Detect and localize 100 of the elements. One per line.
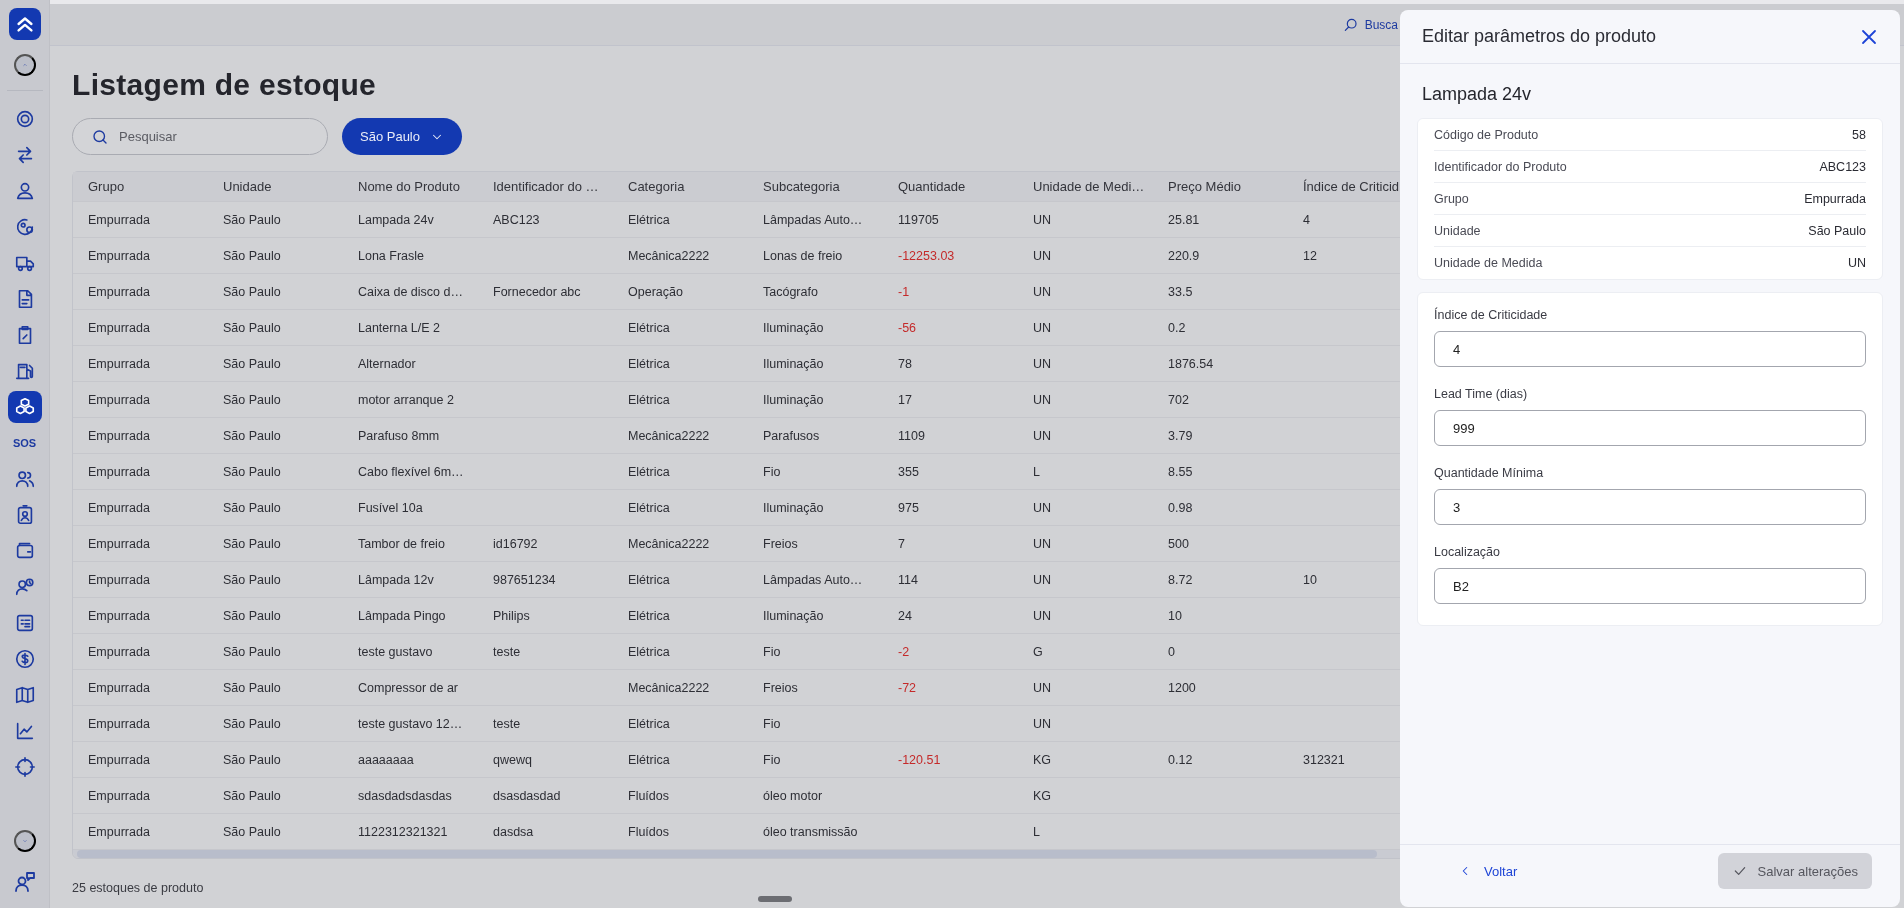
input-field[interactable]: 999 xyxy=(1434,410,1866,446)
table-cell-text: 17 xyxy=(897,392,913,407)
table-cell-text: 119705 xyxy=(897,212,940,227)
unit-filter-dropdown[interactable]: São Paulo xyxy=(342,118,462,155)
table-cell-text: Fio xyxy=(762,464,782,479)
table-cell-text: Elétrica xyxy=(627,752,671,767)
table-cell-text: 312321 xyxy=(1302,752,1346,767)
table-cell-text: Freios xyxy=(762,680,799,695)
table-cell-text: 78 xyxy=(897,356,913,371)
table-cell-text: Iluminação xyxy=(762,500,825,515)
table-cell-text: São Paulo xyxy=(222,716,282,731)
table-cell-text: 7 xyxy=(897,536,906,551)
table-cell-text: Empurrada xyxy=(87,644,151,659)
scroll-up-button[interactable] xyxy=(13,54,36,76)
table-cell-text: Mecânica2222 xyxy=(627,680,711,695)
table-cell-text: São Paulo xyxy=(222,752,282,767)
table-cell-text: UN xyxy=(1032,716,1053,731)
record-count: 25 estoques de produto xyxy=(72,881,205,895)
table-cell-text: Elétrica xyxy=(627,608,671,623)
table-cell-text: UN xyxy=(1032,608,1053,623)
search-field[interactable]: Pesquisar xyxy=(72,118,328,155)
detail-value: São Paulo xyxy=(1808,223,1866,238)
column-header[interactable]: Unidade de Medi… xyxy=(1018,179,1153,194)
table-cell-text: Fio xyxy=(762,716,782,731)
table-cell-text: Empurrada xyxy=(87,248,151,263)
search-link[interactable]: Busca xyxy=(1342,16,1398,33)
table-cell-text: Empurrada xyxy=(87,500,151,515)
table-cell-text: Philips xyxy=(492,608,531,623)
table-cell-text: Empurrada xyxy=(87,392,151,407)
table-cell-text: Lâmpadas Auto… xyxy=(762,572,864,587)
table-cell-text: Tacógrafo xyxy=(762,284,819,299)
table-cell-text: -56 xyxy=(897,320,918,335)
table-cell-text: sdasdadsdasdas xyxy=(357,788,453,803)
table-cell-text: 975 xyxy=(897,500,920,515)
search-icon xyxy=(1342,16,1359,33)
table-cell-text: 0 xyxy=(1167,644,1176,659)
table-cell-text: Elétrica xyxy=(627,212,671,227)
table-cell-text: São Paulo xyxy=(222,464,282,479)
column-header[interactable]: Quantidade xyxy=(883,179,1018,194)
column-header[interactable]: Categoria xyxy=(613,179,748,194)
table-cell-text: Empurrada xyxy=(87,572,151,587)
column-header[interactable]: Identificador do … xyxy=(478,179,613,194)
table-cell-text: Iluminação xyxy=(762,320,825,335)
table-cell-text: UN xyxy=(1032,212,1053,227)
table-cell-text: 500 xyxy=(1167,536,1190,551)
table-cell-text: Fluídos xyxy=(627,788,670,803)
table-cell-text: São Paulo xyxy=(222,572,282,587)
input-field[interactable]: B2 xyxy=(1434,568,1866,604)
column-header[interactable]: Grupo xyxy=(73,179,208,194)
input-field[interactable]: 4 xyxy=(1434,331,1866,367)
table-cell-text: Empurrada xyxy=(87,752,151,767)
drawer-title: Editar parâmetros do produto xyxy=(1422,26,1657,47)
page-title: Listagem de estoque xyxy=(72,68,377,102)
table-cell-text: Elétrica xyxy=(627,356,671,371)
close-button[interactable] xyxy=(1860,27,1878,46)
table-cell-text: 987651234 xyxy=(492,572,557,587)
cubes-nav-button[interactable] xyxy=(7,391,42,423)
table-cell-text: Elétrica xyxy=(627,464,671,479)
field-label: Localização xyxy=(1434,545,1500,559)
table-cell-text: Lâmpada 12v xyxy=(357,572,435,587)
table-cell-text: 220.9 xyxy=(1167,248,1201,263)
table-cell-text: 10 xyxy=(1302,572,1318,587)
search-input[interactable]: Pesquisar xyxy=(117,128,307,145)
table-cell-text: 33.5 xyxy=(1167,284,1194,299)
table-cell-text: KG xyxy=(1032,788,1053,803)
table-cell-text: Caixa de disco d… xyxy=(357,284,464,299)
back-button[interactable]: Voltar xyxy=(1458,863,1518,879)
table-cell-text: G xyxy=(1032,644,1044,659)
column-header[interactable]: Nome do Produto xyxy=(343,179,478,194)
table-cell-text: Alternador xyxy=(357,356,417,371)
table-cell-text: -72 xyxy=(897,680,918,695)
table-cell-text: teste gustavo 12… xyxy=(357,716,464,731)
drag-handle[interactable] xyxy=(758,896,792,902)
table-cell-text: dasdsa xyxy=(492,824,535,839)
table-cell-text: São Paulo xyxy=(222,536,282,551)
table-cell-text: Lâmpada Pingo xyxy=(357,608,447,623)
table-cell-text: Cabo flexível 6m… xyxy=(357,464,465,479)
table-cell-text: qwewq xyxy=(492,752,533,767)
column-header[interactable]: Subcategoria xyxy=(748,179,883,194)
column-header[interactable]: Preço Médio xyxy=(1153,179,1288,194)
search-icon xyxy=(91,127,109,146)
column-header[interactable]: Unidade xyxy=(208,179,343,194)
table-cell-text: Empurrada xyxy=(87,536,151,551)
table-cell-text: 12 xyxy=(1302,248,1318,263)
table-cell-text: Tambor de freio xyxy=(357,536,446,551)
table-cell-text: Lonas de freio xyxy=(762,248,844,263)
table-cell-text: teste xyxy=(492,716,522,731)
dollar-coin-icon xyxy=(13,648,36,670)
input-field[interactable]: 3 xyxy=(1434,489,1866,525)
table-cell-text: São Paulo xyxy=(222,356,282,371)
table-cell-text: Empurrada xyxy=(87,428,151,443)
table-cell-text: 1876.54 xyxy=(1167,356,1215,371)
table-cell-text: Elétrica xyxy=(627,392,671,407)
table-cell-text: São Paulo xyxy=(222,608,282,623)
detail-value: ABC123 xyxy=(1819,159,1866,174)
table-cell-text: Lona Frasle xyxy=(357,248,425,263)
nav-item[interactable]: SOS xyxy=(7,427,42,459)
scroll-down-button[interactable] xyxy=(13,830,36,852)
table-cell-text: -12253.03 xyxy=(897,248,956,263)
table-cell-text: aaaaaaaa xyxy=(357,752,415,767)
